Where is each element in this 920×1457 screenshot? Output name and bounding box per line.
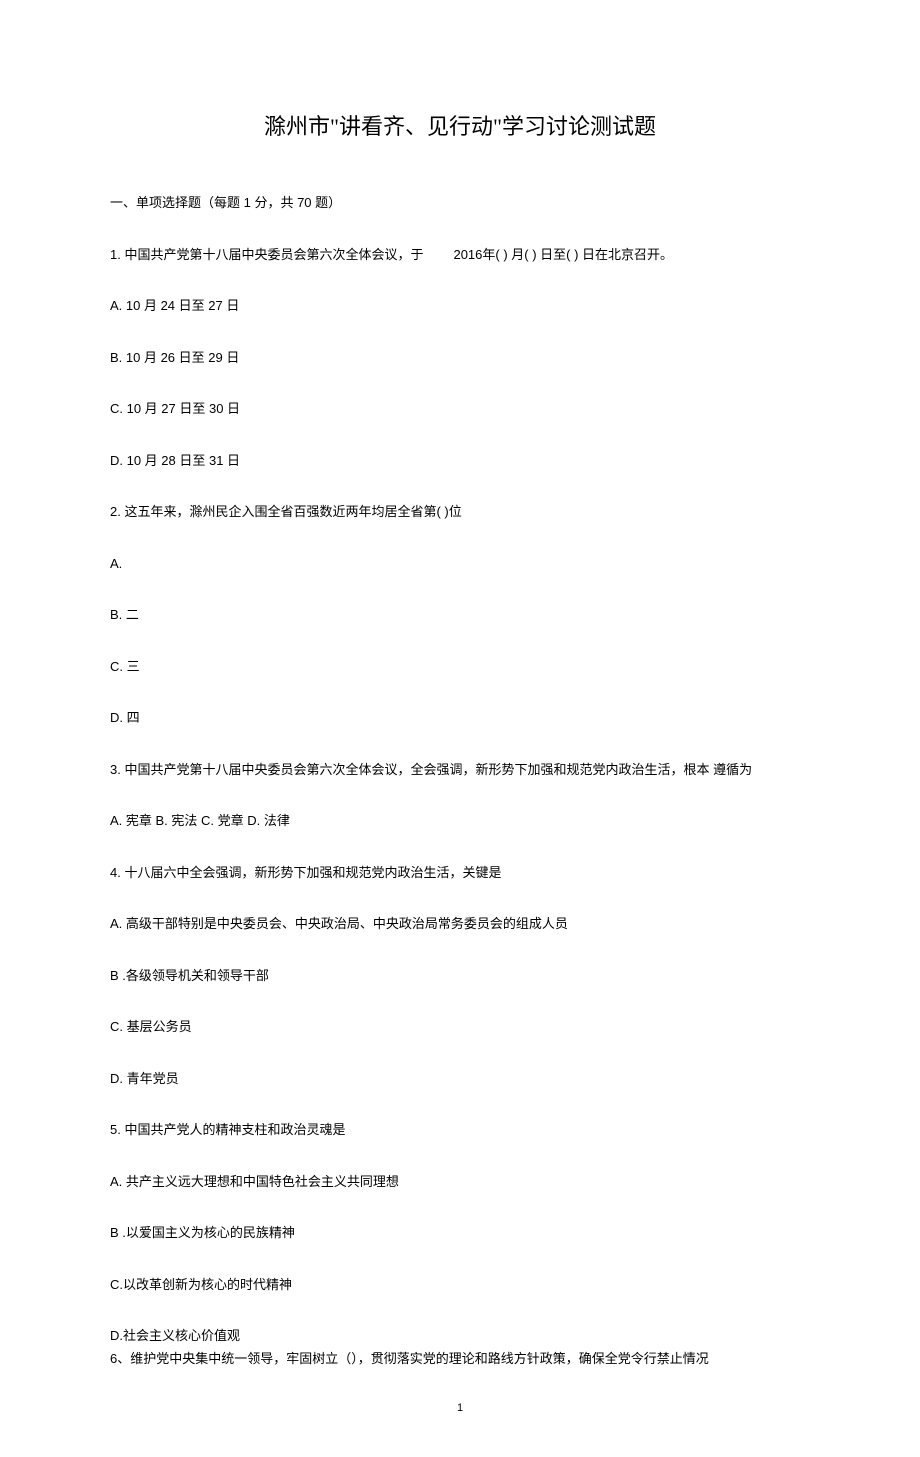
question-6-text: 6、维护党中央集中统一领导，牢固树立（），贯彻落实党的理论和路线方针政策，确保全… <box>110 1349 810 1369</box>
q2-option-b: B. 二 <box>110 605 810 625</box>
q5-option-d: D.社会主义核心价值观 <box>110 1326 810 1346</box>
question-3-text: 3. 中国共产党第十八届中央委员会第六次全体会议，全会强调，新形势下加强和规范党… <box>110 760 810 780</box>
q2-option-c: C. 三 <box>110 657 810 677</box>
q4-option-a: A. 高级干部特别是中央委员会、中央政治局、中央政治局常务委员会的组成人员 <box>110 914 810 934</box>
q4-option-d: D. 青年党员 <box>110 1069 810 1089</box>
q5-option-c: C.以改革创新为核心的时代精神 <box>110 1275 810 1295</box>
question-4: 4. 十八届六中全会强调，新形势下加强和规范党内政治生活，关键是 A. 高级干部… <box>110 863 810 1089</box>
q1-option-d: D. 10 月 28 日至 31 日 <box>110 451 810 471</box>
q4-option-c: C. 基层公务员 <box>110 1017 810 1037</box>
q1-option-c: C. 10 月 27 日至 30 日 <box>110 399 810 419</box>
question-1-text: 1. 中国共产党第十八届中央委员会第六次全体会议，于 2016年( ) 月( ) … <box>110 245 810 265</box>
q5-option-b: B .以爱国主义为核心的民族精神 <box>110 1223 810 1243</box>
page-number: 1 <box>110 1400 810 1417</box>
section-header: 一、单项选择题（每题 1 分，共 70 题） <box>110 193 810 213</box>
question-4-text: 4. 十八届六中全会强调，新形势下加强和规范党内政治生活，关键是 <box>110 863 810 883</box>
question-2: 2. 这五年来，滁州民企入围全省百强数近两年均居全省第( )位 A. B. 二 … <box>110 502 810 728</box>
question-5-text: 5. 中国共产党人的精神支柱和政治灵魂是 <box>110 1120 810 1140</box>
q2-option-d: D. 四 <box>110 708 810 728</box>
q1-prefix: 1. 中国共产党第十八届中央委员会第六次全体会议，于 <box>110 247 423 262</box>
q1-option-a: A. 10 月 24 日至 27 日 <box>110 296 810 316</box>
question-5: 5. 中国共产党人的精神支柱和政治灵魂是 A. 共产主义远大理想和中国特色社会主… <box>110 1120 810 1368</box>
q1-suffix: 2016年( ) 月( ) 日至( ) 日在北京召开。 <box>453 247 673 262</box>
q2-option-a: A. <box>110 554 810 574</box>
question-1: 1. 中国共产党第十八届中央委员会第六次全体会议，于 2016年( ) 月( ) … <box>110 245 810 471</box>
page-title: 滁州市"讲看齐、见行动"学习讨论测试题 <box>110 110 810 143</box>
question-2-text: 2. 这五年来，滁州民企入围全省百强数近两年均居全省第( )位 <box>110 502 810 522</box>
q5-option-a: A. 共产主义远大理想和中国特色社会主义共同理想 <box>110 1172 810 1192</box>
question-3: 3. 中国共产党第十八届中央委员会第六次全体会议，全会强调，新形势下加强和规范党… <box>110 760 810 831</box>
q3-options: A. 宪章 B. 宪法 C. 党章 D. 法律 <box>110 811 810 831</box>
q4-option-b: B .各级领导机关和领导干部 <box>110 966 810 986</box>
q1-option-b: B. 10 月 26 日至 29 日 <box>110 348 810 368</box>
